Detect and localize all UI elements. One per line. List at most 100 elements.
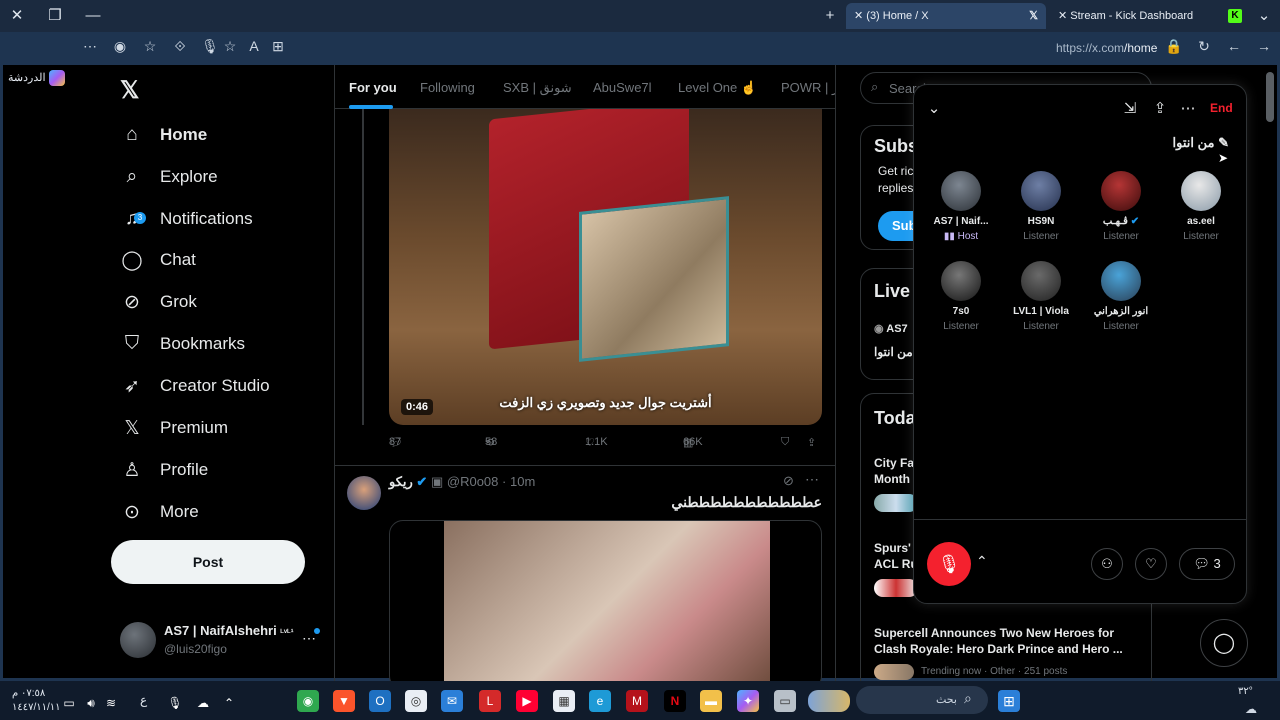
x-logo-icon[interactable]: 𝕏	[120, 76, 139, 105]
nav-bookmarks[interactable]: ⛉ Bookmarks	[118, 324, 245, 364]
page-scrollbar[interactable]	[1266, 72, 1274, 122]
live-space-title[interactable]: من انتوا	[874, 345, 913, 359]
netflix-app-icon[interactable]: N	[664, 690, 686, 712]
reaction-button[interactable]: ♡	[1135, 548, 1167, 580]
space-title[interactable]: من انتوا ✎	[1173, 135, 1229, 151]
lock-icon[interactable]: 🔒	[1164, 38, 1184, 55]
obs-app-icon[interactable]: ◎	[405, 690, 427, 712]
tweet-media[interactable]	[389, 520, 822, 681]
collections-icon[interactable]: ⟐	[170, 38, 190, 55]
participant[interactable]: LVL1 | Viola Listener	[1001, 261, 1081, 332]
more-dots-icon[interactable]: ⋯	[805, 471, 819, 488]
minimize-window-icon[interactable]: —	[81, 0, 105, 32]
forward-arrow-icon[interactable]: →	[1254, 38, 1274, 54]
nav-chat[interactable]: ◯ Chat	[118, 240, 196, 280]
more-dots-icon[interactable]: ⋯	[1178, 99, 1198, 117]
edit-pencil-icon[interactable]: ✎	[1218, 135, 1229, 150]
chevron-up-icon[interactable]: ⌃	[976, 553, 988, 570]
favorites-icon[interactable]: ☆	[140, 38, 160, 55]
edge-app-icon[interactable]: e	[589, 690, 611, 712]
tweet-author[interactable]: ريكو ✔ ▣ @R0o08 · 10m	[389, 474, 535, 490]
nav-explore[interactable]: ⌕ Explore	[118, 157, 218, 197]
more-options-icon[interactable]: ⋯	[80, 38, 100, 55]
messages-fab[interactable]: ◯	[1200, 619, 1248, 667]
tab-for-you[interactable]: For you	[349, 80, 397, 95]
text-size-icon[interactable]: A	[244, 38, 264, 54]
close-window-icon[interactable]: ✕	[5, 0, 29, 32]
trend-item[interactable]: City Fa Month	[874, 455, 914, 487]
tray-chevron-icon[interactable]: ⌃	[218, 692, 240, 714]
post-button[interactable]: Post	[111, 540, 305, 584]
people-button[interactable]: ⚇	[1091, 548, 1123, 580]
trend-item[interactable]: Spurs' ACL Ru	[874, 540, 918, 572]
mic-muted-button[interactable]: 🎙︎	[927, 542, 971, 586]
participant[interactable]: HS9N Listener	[1001, 171, 1081, 242]
collapse-chevron-icon[interactable]: ⌄	[924, 99, 944, 117]
tab-level-one[interactable]: Level One ☝️	[678, 80, 757, 96]
extension-icon[interactable]: ◉	[110, 38, 130, 55]
mcafee-app-icon[interactable]: M	[626, 690, 648, 712]
store-app-icon[interactable]: ▦	[553, 690, 575, 712]
taskbar-search[interactable]: بحث ⌕	[856, 686, 988, 714]
add-favorite-icon[interactable]: ☆	[220, 38, 240, 55]
weather-temp[interactable]: ٣٢°	[1238, 686, 1253, 697]
end-space-button[interactable]: End	[1210, 101, 1233, 115]
read-aloud-icon[interactable]: 🎙	[200, 38, 220, 55]
nav-grok[interactable]: ⊘ Grok	[118, 282, 197, 322]
copilot-app-icon[interactable]: ✦	[737, 690, 759, 712]
share-icon[interactable]: ⇪	[807, 436, 816, 449]
new-tab-icon[interactable]: +	[818, 0, 842, 32]
nav-creator-studio[interactable]: ➶ Creator Studio	[118, 366, 270, 406]
file-explorer-app-icon[interactable]: ▬	[700, 690, 722, 712]
tweet[interactable]: ريكو ✔ ▣ @R0o08 · 10m ⊘ ⋯ عطططططططططططني	[335, 465, 835, 681]
wifi-icon[interactable]: ≋	[100, 692, 122, 714]
trend-item[interactable]: Supercell Announces Two New Heroes for Cl…	[874, 625, 1149, 657]
grok-icon[interactable]: ⊘	[783, 473, 794, 489]
back-arrow-icon[interactable]: ←	[1224, 38, 1244, 54]
clock-date[interactable]: ١٤٤٧/١١/١١	[12, 702, 61, 713]
nav-more[interactable]: ⊙ More	[118, 492, 199, 532]
account-switcher[interactable]: AS7 | NaifAlshehri ᴸᵛᴸ¹ @luis20figo ⋯	[120, 620, 320, 660]
tab-following[interactable]: Following	[420, 80, 475, 95]
live-host[interactable]: ◉ AS7	[874, 322, 908, 335]
window-app-icon[interactable]: ▭	[774, 690, 796, 712]
weather-cloud-icon[interactable]: ☁︎	[1240, 698, 1262, 720]
brave-app-icon[interactable]: ▼	[333, 690, 355, 712]
network-icon[interactable]: ☁︎	[192, 692, 214, 714]
tab-powr[interactable]: POWR | ير	[781, 80, 835, 96]
participant[interactable]: انور الزهراني Listener	[1081, 261, 1161, 332]
tab-close-icon[interactable]: ✕	[854, 10, 866, 22]
volume-icon[interactable]: 🔊︎	[80, 692, 102, 714]
bookmark-icon[interactable]: ⛉	[781, 436, 789, 449]
nav-profile[interactable]: ♙ Profile	[118, 450, 208, 490]
mail-app-icon[interactable]: ✉	[441, 690, 463, 712]
widget-icon[interactable]	[808, 690, 850, 712]
video-player[interactable]: 0:46 أشتريت جوال جديد وتصويري زي الزفت	[389, 109, 822, 425]
tab-x-home[interactable]: ✕ (3) Home / X 𝕏	[846, 3, 1046, 29]
participant[interactable]: as.eel Listener	[1161, 171, 1241, 242]
tab-close-icon[interactable]: ✕	[1058, 10, 1070, 22]
tab-list-chevron-icon[interactable]: ⌄	[1252, 0, 1276, 32]
avatar[interactable]	[347, 476, 381, 510]
refresh-icon[interactable]: ↻	[1194, 38, 1214, 55]
tab-kick-dashboard[interactable]: ✕ Stream - Kick Dashboard K	[1050, 3, 1246, 29]
participant[interactable]: ڤـﻬـب ✔ Listener	[1081, 171, 1161, 242]
youtube-app-icon[interactable]: ▶	[516, 690, 538, 712]
comments-button[interactable]: 💬︎ 3	[1179, 548, 1235, 580]
nav-notifications[interactable]: ♫ 3 Notifications	[118, 199, 253, 239]
lobby-app-icon[interactable]: L	[479, 690, 501, 712]
minimize-dock-icon[interactable]: ⇲	[1120, 99, 1140, 117]
outlook-app-icon[interactable]: O	[369, 690, 391, 712]
battery-icon[interactable]: ▭	[58, 692, 80, 714]
whatsapp-app-icon[interactable]: ◉	[297, 690, 319, 712]
share-icon[interactable]: ⇪	[1150, 99, 1170, 117]
nav-premium[interactable]: 𝕏 Premium	[118, 408, 228, 448]
restore-window-icon[interactable]: ❐	[43, 0, 67, 32]
url-field[interactable]: https://x.com/home	[1056, 41, 1157, 55]
participant[interactable]: 7s0 Listener	[921, 261, 1001, 332]
tab-abuswe7l[interactable]: AbuSwe7l	[593, 80, 652, 95]
clock-time[interactable]: ٠٧:٥٨ م	[12, 688, 45, 699]
tab-sxb[interactable]: SXB | شونق	[503, 80, 572, 96]
participant[interactable]: AS7 | Naif... ▮▮ Host	[921, 171, 1001, 242]
nav-home[interactable]: ⌂ Home	[118, 115, 207, 155]
